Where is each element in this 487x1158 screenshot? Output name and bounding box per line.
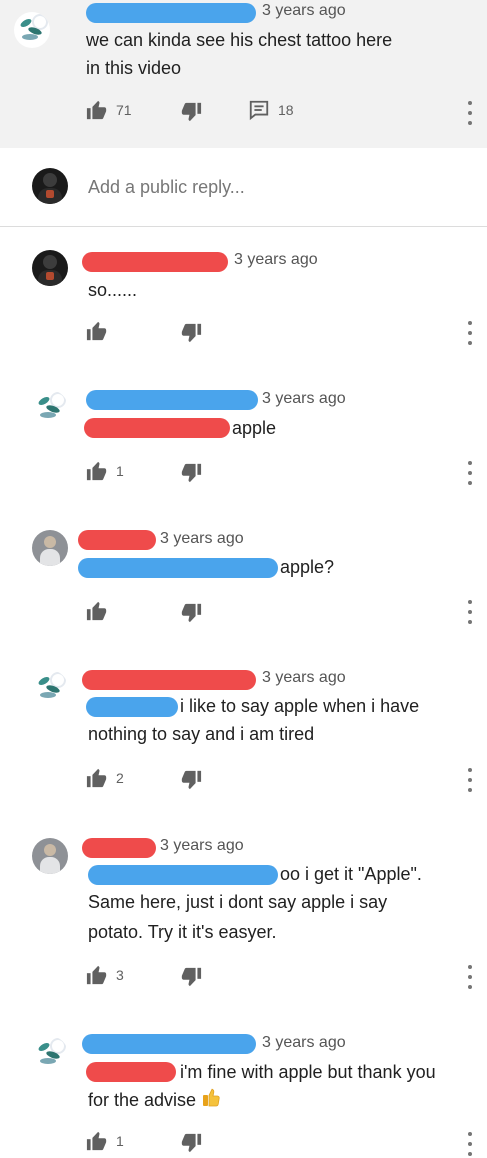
like-count: 2 (116, 770, 124, 786)
redacted-mention (84, 418, 230, 438)
reply-text: Same here, just i dont say apple i say (88, 892, 388, 912)
comment-timestamp: 3 years ago (262, 390, 346, 407)
like-icon (86, 600, 108, 622)
redacted-username (86, 390, 258, 410)
avatar[interactable] (32, 670, 68, 706)
more-options-button[interactable] (460, 766, 480, 794)
redacted-mention (78, 558, 278, 578)
redacted-username (82, 252, 228, 272)
redacted-mention (88, 865, 278, 885)
comment-timestamp: 3 years ago (234, 251, 318, 268)
dislike-icon (180, 462, 202, 484)
like-icon (86, 1130, 108, 1152)
avatar[interactable] (14, 12, 50, 48)
comment-timestamp: 3 years ago (262, 669, 346, 686)
thumbs-up-emoji (203, 1088, 220, 1107)
like-icon (86, 460, 108, 482)
more-options-button[interactable] (460, 99, 480, 127)
like-icon (86, 964, 108, 986)
dislike-button[interactable] (180, 322, 202, 344)
like-button[interactable]: 1 (86, 1130, 124, 1152)
comment-text: we can kinda see his chest tattoo here (86, 30, 393, 50)
redacted-username (78, 530, 156, 550)
like-count: 1 (116, 1133, 124, 1149)
more-options-button[interactable] (460, 319, 480, 347)
like-icon (86, 320, 108, 342)
dislike-icon (180, 769, 202, 791)
dislike-icon (180, 966, 202, 988)
reply-text: potato. Try it it's easyer. (88, 922, 277, 942)
like-button[interactable]: 1 (86, 460, 124, 482)
redacted-username (82, 670, 256, 690)
like-count: 1 (116, 463, 124, 479)
redacted-username (86, 3, 256, 23)
avatar[interactable] (32, 1036, 68, 1072)
avatar[interactable] (32, 390, 68, 426)
dislike-icon (180, 101, 202, 123)
like-count: 3 (116, 967, 124, 983)
redacted-username (82, 1034, 256, 1054)
comment-timestamp: 3 years ago (160, 530, 244, 547)
more-options-button[interactable] (460, 1130, 480, 1158)
like-button[interactable]: 71 (86, 99, 132, 121)
current-user-avatar (32, 168, 68, 204)
reply-text: nothing to say and i am tired (88, 724, 315, 744)
like-button[interactable]: 2 (86, 767, 124, 789)
dislike-icon (180, 1132, 202, 1154)
replies-button[interactable]: 18 (248, 99, 294, 121)
avatar[interactable] (32, 838, 68, 874)
comment-timestamp: 3 years ago (160, 837, 244, 854)
dislike-button[interactable] (180, 966, 202, 988)
like-count: 71 (116, 102, 132, 118)
reply-text: so...... (88, 280, 138, 300)
like-icon (86, 767, 108, 789)
reply-count-icon (248, 99, 270, 121)
comment-timestamp: 3 years ago (262, 2, 346, 19)
like-button[interactable] (86, 320, 108, 342)
more-options-button[interactable] (460, 459, 480, 487)
dislike-button[interactable] (180, 769, 202, 791)
comment-timestamp: 3 years ago (262, 1034, 346, 1051)
dislike-icon (180, 322, 202, 344)
divider (0, 226, 487, 227)
reply-text: apple (232, 418, 277, 438)
reply-text: apple? (280, 557, 335, 577)
more-options-button[interactable] (460, 963, 480, 991)
like-button[interactable]: 3 (86, 964, 124, 986)
reply-text: i'm fine with apple but thank you (180, 1062, 436, 1082)
dislike-icon (180, 602, 202, 624)
avatar[interactable] (32, 250, 68, 286)
reply-text: oo i get it "Apple". (280, 864, 422, 884)
comment-text: in this video (86, 58, 182, 78)
redacted-mention (86, 1062, 176, 1082)
dislike-button[interactable] (180, 602, 202, 624)
dislike-button[interactable] (180, 1132, 202, 1154)
add-reply-input[interactable]: Add a public reply... (88, 177, 245, 198)
dislike-button[interactable] (180, 101, 202, 123)
redacted-username (82, 838, 156, 858)
reply-count: 18 (278, 102, 294, 118)
like-icon (86, 99, 108, 121)
reply-text: i like to say apple when i have (180, 696, 420, 716)
reply-text: for the advise (88, 1090, 197, 1110)
more-options-button[interactable] (460, 598, 480, 626)
redacted-mention (86, 697, 178, 717)
dislike-button[interactable] (180, 462, 202, 484)
avatar[interactable] (32, 530, 68, 566)
like-button[interactable] (86, 600, 108, 622)
